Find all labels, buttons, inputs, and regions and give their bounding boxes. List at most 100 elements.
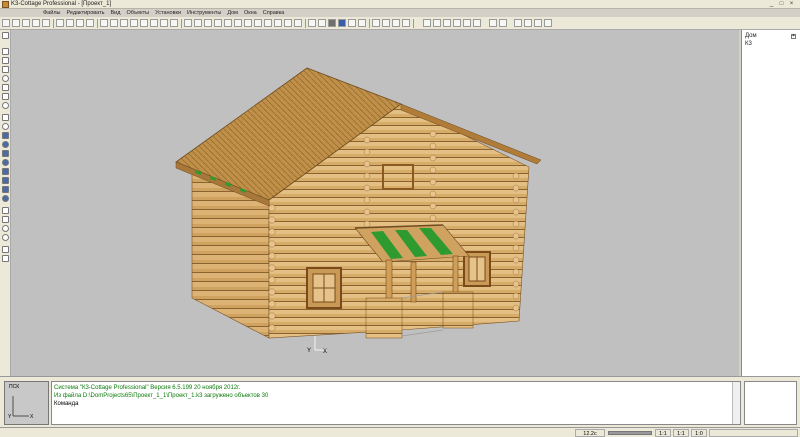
ortho-icon[interactable] — [392, 19, 400, 27]
rectangle-icon[interactable] — [2, 114, 9, 121]
sphere-icon[interactable] — [2, 141, 9, 148]
menu-view[interactable]: Вид — [107, 9, 123, 17]
save-icon[interactable] — [22, 19, 30, 27]
mirror-icon[interactable] — [150, 19, 158, 27]
render-icon[interactable] — [308, 19, 316, 27]
message-console[interactable]: Система "К3-Cottage Professional" Версия… — [51, 381, 741, 425]
arrow-right-icon[interactable] — [433, 19, 441, 27]
paste-icon[interactable] — [76, 19, 84, 27]
grid-icon[interactable] — [382, 19, 390, 27]
shaded-icon[interactable] — [328, 19, 336, 27]
hatch-icon[interactable] — [2, 255, 9, 262]
pan-icon[interactable] — [140, 19, 148, 27]
circle-icon[interactable] — [2, 123, 9, 130]
no-entry-icon[interactable] — [2, 234, 9, 241]
open-file-icon[interactable] — [12, 19, 20, 27]
3d-viewport[interactable]: Y X — [11, 30, 739, 376]
dimension-icon[interactable] — [2, 207, 9, 214]
ucs-preview: ПСК Y X — [4, 381, 49, 425]
prism-icon[interactable] — [2, 177, 9, 184]
scale-icon[interactable] — [170, 19, 178, 27]
text-icon[interactable] — [2, 246, 9, 253]
layers-icon[interactable] — [402, 19, 410, 27]
toolbar-separator — [53, 19, 54, 28]
side-window — [306, 267, 342, 309]
console-scrollbar[interactable] — [732, 382, 740, 424]
settings-icon[interactable] — [534, 19, 542, 27]
menu-tools[interactable]: Инструменты — [184, 9, 224, 17]
undo-icon[interactable] — [100, 19, 108, 27]
print-icon[interactable] — [42, 19, 50, 27]
menu-edit[interactable]: Редактировать — [63, 9, 107, 17]
box-icon[interactable] — [2, 132, 9, 139]
menu-objects[interactable]: Объекты — [123, 9, 152, 17]
refresh-icon[interactable] — [120, 19, 128, 27]
cylinder-icon[interactable] — [2, 168, 9, 175]
zoom-in-icon[interactable] — [214, 19, 222, 27]
zoom-out-icon[interactable] — [224, 19, 232, 27]
close-button[interactable]: × — [787, 1, 796, 8]
minimize-button[interactable]: _ — [767, 1, 776, 8]
table-icon[interactable] — [499, 19, 507, 27]
menu-files[interactable]: Файлы — [40, 9, 63, 17]
export-icon[interactable] — [524, 19, 532, 27]
arrow-up-icon[interactable] — [453, 19, 461, 27]
left-tools-panel — [0, 30, 11, 376]
torus-icon[interactable] — [2, 159, 9, 166]
curve-icon[interactable] — [2, 102, 9, 109]
material-icon[interactable] — [348, 19, 356, 27]
help-icon[interactable] — [544, 19, 552, 27]
move-icon[interactable] — [473, 19, 481, 27]
menu-help[interactable]: Справка — [260, 9, 288, 17]
pen-icon[interactable] — [2, 32, 9, 39]
zoom-window-icon[interactable] — [234, 19, 242, 27]
redo-icon[interactable] — [110, 19, 118, 27]
tree-expand-button[interactable]: + — [791, 34, 796, 39]
spline-icon[interactable] — [2, 84, 9, 91]
cone-icon[interactable] — [2, 150, 9, 157]
pointer-icon[interactable] — [204, 19, 212, 27]
rectangle-select-icon[interactable] — [2, 93, 9, 100]
wireframe-icon[interactable] — [318, 19, 326, 27]
calc-icon[interactable] — [489, 19, 497, 27]
ucs-axes-icon: Y X — [8, 396, 34, 420]
maximize-button[interactable]: □ — [777, 1, 786, 8]
select-icon[interactable] — [130, 19, 138, 27]
delete-icon[interactable] — [86, 19, 94, 27]
arrow-both-icon[interactable] — [443, 19, 451, 27]
cut-icon[interactable] — [56, 19, 64, 27]
command-prompt[interactable]: Команда — [54, 401, 78, 407]
new-file-icon[interactable] — [2, 19, 10, 27]
menu-windows[interactable]: Окна — [241, 9, 260, 17]
zoom-all-icon[interactable] — [244, 19, 252, 27]
menu-house[interactable]: Дом — [224, 9, 241, 17]
zoom-slider[interactable] — [608, 431, 652, 435]
arc-icon[interactable] — [2, 75, 9, 82]
measure-icon[interactable] — [2, 216, 9, 223]
report-icon[interactable] — [514, 19, 522, 27]
view-dropdown-icon[interactable] — [184, 19, 192, 27]
snap-icon[interactable] — [372, 19, 380, 27]
save-all-icon[interactable] — [32, 19, 40, 27]
ellipsoid-icon[interactable] — [2, 195, 9, 202]
angle-icon[interactable] — [2, 225, 9, 232]
light-icon[interactable] — [358, 19, 366, 27]
zoom-realtime-icon[interactable] — [284, 19, 292, 27]
zoom-prev-icon[interactable] — [254, 19, 262, 27]
walk-icon[interactable] — [194, 19, 202, 27]
tree-item-k3[interactable]: К3 — [745, 41, 752, 47]
arrow-left-icon[interactable] — [423, 19, 431, 27]
color-icon[interactable] — [338, 19, 346, 27]
pyramid-icon[interactable] — [2, 186, 9, 193]
orbit-icon[interactable] — [294, 19, 302, 27]
copy-icon[interactable] — [66, 19, 74, 27]
zoom-selection-icon[interactable] — [274, 19, 282, 27]
menu-settings[interactable]: Установки — [152, 9, 184, 17]
rotate-icon[interactable] — [160, 19, 168, 27]
polyline-icon[interactable] — [2, 66, 9, 73]
line-icon[interactable] — [2, 57, 9, 64]
zoom-extents-icon[interactable] — [264, 19, 272, 27]
point-icon[interactable] — [2, 48, 9, 55]
arrow-down-icon[interactable] — [463, 19, 471, 27]
tree-item-house[interactable]: Дом — [745, 33, 757, 39]
